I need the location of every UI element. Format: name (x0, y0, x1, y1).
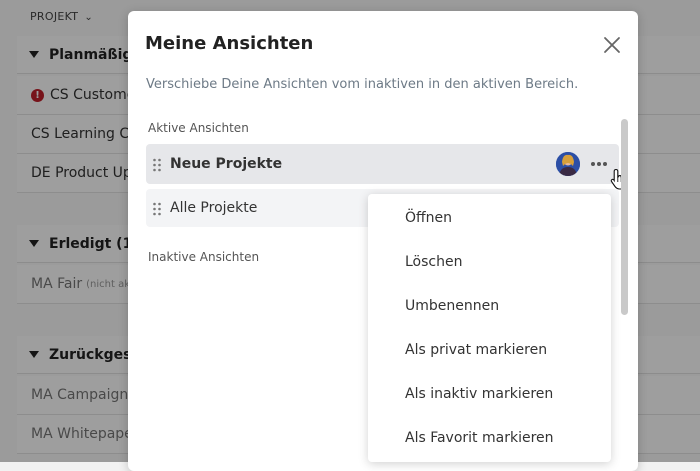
avatar (556, 152, 580, 176)
more-horizontal-icon[interactable] (589, 154, 609, 174)
dialog-title: Meine Ansichten (145, 33, 314, 54)
menu-item-open[interactable]: Öffnen (405, 210, 452, 226)
close-icon[interactable] (602, 35, 622, 55)
menu-item-rename[interactable]: Umbenennen (405, 298, 499, 314)
dialog-description: Verschiebe Deine Ansichten vom inaktiven… (146, 77, 579, 92)
view-row-neue-projekte[interactable]: Neue Projekte (146, 144, 628, 190)
menu-item-mark-favorite[interactable]: Als Favorit markieren (405, 430, 554, 446)
inactive-views-label: Inaktive Ansichten (148, 250, 260, 264)
drag-handle-icon[interactable] (152, 201, 162, 216)
drag-handle-icon[interactable] (152, 157, 162, 172)
scrollbar[interactable] (621, 119, 628, 315)
menu-item-mark-private[interactable]: Als privat markieren (405, 342, 547, 358)
view-context-menu: Öffnen Löschen Umbenennen Als privat mar… (368, 194, 611, 462)
active-views-label: Aktive Ansichten (148, 121, 249, 135)
view-name: Neue Projekte (170, 156, 283, 172)
menu-item-mark-inactive[interactable]: Als inaktiv markieren (405, 386, 553, 402)
view-name: Alle Projekte (170, 200, 258, 216)
menu-item-delete[interactable]: Löschen (405, 254, 462, 270)
